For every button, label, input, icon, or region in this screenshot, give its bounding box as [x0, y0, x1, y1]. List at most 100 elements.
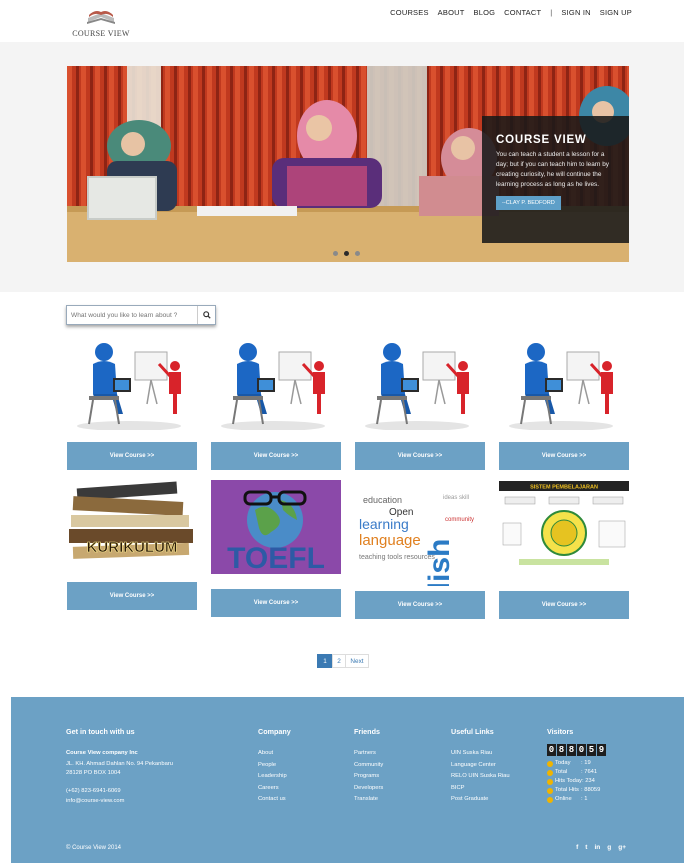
- course-image-toefl[interactable]: TOEFL: [211, 480, 341, 574]
- course-image-4[interactable]: [499, 340, 629, 430]
- footer-link-translate[interactable]: Translate: [354, 794, 383, 806]
- english-text: English: [423, 539, 456, 586]
- footer-link-contact[interactable]: Contact us: [258, 794, 291, 806]
- course-image-2[interactable]: [211, 340, 341, 430]
- nav-sign-in[interactable]: SIGN IN: [561, 8, 590, 17]
- site-logo[interactable]: Course View: [70, 4, 132, 40]
- footer-links-title: Useful Links: [451, 727, 494, 736]
- footer-friends-title: Friends: [354, 727, 380, 736]
- kurikulum-text: KURIKULUM: [87, 539, 178, 556]
- footer-company-title: Company: [258, 727, 291, 736]
- footer-link-about[interactable]: About: [258, 748, 291, 760]
- course-image-3[interactable]: [355, 340, 485, 430]
- stat-hits-today: Hits Today: 234: [547, 777, 606, 786]
- company-name: Course View company Inc: [66, 750, 138, 756]
- visitor-icon: [547, 787, 553, 794]
- nav-separator: |: [550, 8, 553, 17]
- course-image-english[interactable]: education Open learning language teachin…: [355, 481, 485, 586]
- footer-link-careers[interactable]: Careers: [258, 783, 291, 795]
- counter-digit: 0: [577, 744, 586, 756]
- footer-visitors: Visitors 0 8 8 0 5 9 Today: 19 Total: 76…: [547, 727, 606, 804]
- nav-courses[interactable]: COURSES: [390, 8, 429, 17]
- course-image-1[interactable]: [67, 340, 197, 430]
- visitor-counter: 0 8 8 0 5 9: [547, 744, 606, 756]
- footer-link-leadership[interactable]: Leadership: [258, 771, 291, 783]
- view-course-button-6[interactable]: View Course >>: [211, 589, 341, 617]
- footer-friends: Friends Partners Community Programs Deve…: [354, 727, 383, 806]
- svg-text:learning: learning: [359, 516, 409, 532]
- footer-link-uin[interactable]: UIN Suska Riau: [451, 748, 510, 760]
- footer-company: Company About People Leadership Careers …: [258, 727, 291, 806]
- view-course-button-8[interactable]: View Course >>: [499, 591, 629, 619]
- course-search: [66, 305, 216, 325]
- site-header: Course View COURSES ABOUT BLOG CONTACT |…: [0, 0, 684, 42]
- visitor-icon: [547, 769, 553, 776]
- view-course-button-3[interactable]: View Course >>: [355, 442, 485, 470]
- stat-total: Total: 7641: [547, 768, 606, 777]
- page-2-button[interactable]: 2: [332, 654, 346, 668]
- footer-link-programs[interactable]: Programs: [354, 771, 383, 783]
- footer-contact-title: Get in touch with us: [66, 727, 135, 736]
- slider-dots: [333, 251, 360, 256]
- footer-link-community[interactable]: Community: [354, 760, 383, 772]
- view-course-button-1[interactable]: View Course >>: [67, 442, 197, 470]
- view-course-button-4[interactable]: View Course >>: [499, 442, 629, 470]
- google-plus-icon[interactable]: g+: [618, 844, 626, 851]
- svg-text:community: community: [445, 517, 474, 523]
- svg-text:education: education: [363, 495, 402, 505]
- logo-text: Course View: [72, 29, 130, 38]
- svg-text:language: language: [359, 532, 421, 549]
- footer-link-people[interactable]: People: [258, 760, 291, 772]
- pagination: 1 2 Next: [317, 654, 369, 668]
- counter-digit: 5: [587, 744, 596, 756]
- visitor-icon: [547, 778, 553, 785]
- footer-link-relo[interactable]: RELO UIN Suska Riau: [451, 771, 510, 783]
- hero-caption: COURSE VIEW You can teach a student a le…: [482, 116, 629, 243]
- counter-digit: 9: [597, 744, 606, 756]
- github-icon[interactable]: g: [607, 844, 611, 851]
- stat-today: Today: 19: [547, 759, 606, 768]
- address-line-2: 28128 PO BOX 1004: [66, 769, 121, 776]
- footer-contact: Get in touch with us Course View company…: [66, 727, 173, 806]
- footer-link-language-center[interactable]: Language Center: [451, 760, 510, 772]
- nav-contact[interactable]: CONTACT: [504, 8, 541, 17]
- visitor-icon: [547, 760, 553, 767]
- page-1-button[interactable]: 1: [317, 654, 333, 668]
- slider-dot-2[interactable]: [344, 251, 349, 256]
- linkedin-icon[interactable]: in: [594, 844, 600, 851]
- email-address[interactable]: info@course-view.com: [66, 796, 173, 806]
- counter-digit: 0: [547, 744, 556, 756]
- social-links: f t in g g+: [576, 844, 626, 851]
- slider-dot-3[interactable]: [355, 251, 360, 256]
- nav-about[interactable]: ABOUT: [438, 8, 465, 17]
- nav-blog[interactable]: BLOG: [474, 8, 496, 17]
- view-course-button-2[interactable]: View Course >>: [211, 442, 341, 470]
- search-button[interactable]: [197, 306, 215, 324]
- course-image-kurikulum[interactable]: KURIKULUM: [67, 481, 197, 569]
- footer-link-partners[interactable]: Partners: [354, 748, 383, 760]
- twitter-icon[interactable]: t: [585, 844, 587, 851]
- copyright-text: © Course View 2014: [66, 845, 122, 851]
- facebook-icon[interactable]: f: [576, 844, 578, 851]
- nav-sign-up[interactable]: SIGN UP: [600, 8, 632, 17]
- caption-author-button[interactable]: --CLAY P. BEDFORD: [496, 196, 561, 210]
- footer-visitors-title: Visitors: [547, 727, 574, 736]
- footer-link-bicp[interactable]: BICP: [451, 783, 510, 795]
- book-logo-icon: [87, 11, 115, 24]
- counter-digit: 8: [567, 744, 576, 756]
- footer-link-post-graduate[interactable]: Post Graduate: [451, 794, 510, 806]
- search-input[interactable]: [67, 306, 197, 324]
- next-page-button[interactable]: Next: [345, 654, 369, 668]
- course-image-sistem[interactable]: SISTEM PEMBELAJARAN: [499, 481, 629, 571]
- footer-link-developers[interactable]: Developers: [354, 783, 383, 795]
- view-course-button-5[interactable]: View Course >>: [67, 582, 197, 610]
- sistem-title: SISTEM PEMBELAJARAN: [530, 485, 598, 491]
- caption-title: COURSE VIEW: [496, 134, 587, 146]
- slider-dot-1[interactable]: [333, 251, 338, 256]
- view-course-button-7[interactable]: View Course >>: [355, 591, 485, 619]
- counter-digit: 8: [557, 744, 566, 756]
- main-nav: COURSES ABOUT BLOG CONTACT | SIGN IN SIG…: [381, 8, 632, 17]
- stat-total-hits: Total Hits: 88059: [547, 786, 606, 795]
- phone-number: (+62) 823-6941-6069: [66, 787, 121, 794]
- svg-text:ideas skill: ideas skill: [443, 495, 469, 501]
